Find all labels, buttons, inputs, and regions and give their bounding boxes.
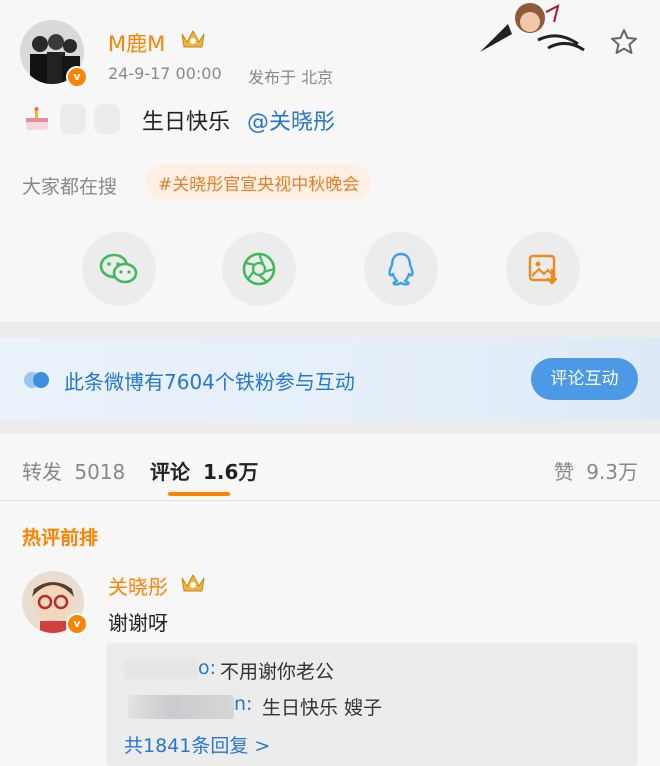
blurred-username xyxy=(124,659,198,679)
post-mention-link[interactable]: @关晓彤 xyxy=(247,104,335,136)
favorite-star-icon[interactable] xyxy=(610,28,638,56)
search-label: 大家都在搜 xyxy=(22,176,118,198)
save-image-button[interactable] xyxy=(506,232,580,306)
interaction-tabs: 转发 5018 评论 1.6万 赞 9.3万 xyxy=(0,434,660,500)
post-card: v M鹿M 24-9-17 00:00 发布于 北京 生日快乐 @关晓彤 大家都… xyxy=(0,0,660,322)
tab-comments-count: 1.6万 xyxy=(202,460,259,484)
tab-comments-label: 评论 xyxy=(150,460,190,484)
blurred-username xyxy=(128,695,234,719)
verified-badge-icon: v xyxy=(66,613,88,635)
post-text: 生日快乐 xyxy=(142,110,231,135)
fans-banner: 此条微博有7604个铁粉参与互动 评论互动 xyxy=(0,338,660,420)
share-qq-button[interactable] xyxy=(364,232,438,306)
share-wechat-button[interactable] xyxy=(82,232,156,306)
tab-repost-label: 转发 xyxy=(22,460,62,484)
reply-username-suffix: n: xyxy=(234,693,253,715)
card-skin-decoration xyxy=(478,0,588,62)
fans-toggle-icon xyxy=(24,372,49,388)
hashtag-text: #关晓彤官宣央视中秋晚会 xyxy=(158,174,360,195)
tab-repost-count: 5018 xyxy=(74,460,126,484)
crown-badge-icon xyxy=(181,573,205,592)
commenter-username[interactable]: 关晓彤 xyxy=(108,571,168,600)
moments-icon xyxy=(242,252,276,286)
poster-username[interactable]: M鹿M xyxy=(108,28,165,58)
hot-comments-title: 热评前排 xyxy=(22,527,99,549)
replies-box[interactable]: o: 不用谢你老公 n: 生日快乐 嫂子 共1841条回复 > xyxy=(106,643,638,766)
comment-interact-button[interactable]: 评论互动 xyxy=(531,358,638,400)
tab-likes[interactable]: 赞 9.3万 xyxy=(554,456,638,485)
reply-username-suffix: o: xyxy=(198,657,217,679)
wechat-icon xyxy=(99,253,138,284)
fans-banner-text: 此条微博有7604个铁粉参与互动 xyxy=(64,370,355,394)
post-timestamp: 24-9-17 00:00 xyxy=(108,64,222,83)
crown-badge-icon xyxy=(181,29,205,48)
hashtag-chip[interactable]: #关晓彤官宣央视中秋晚会 xyxy=(146,164,372,200)
tab-likes-label: 赞 xyxy=(553,460,574,484)
section-divider xyxy=(0,420,660,434)
qq-icon xyxy=(388,252,414,286)
reply-text: 不用谢你老公 xyxy=(220,661,335,683)
cake-emoji-icon xyxy=(22,104,52,134)
blurred-emoji xyxy=(94,104,120,134)
save-image-icon xyxy=(528,254,558,285)
section-divider xyxy=(0,322,660,338)
comment-text: 谢谢呀 xyxy=(108,611,168,635)
tab-comments[interactable]: 评论 1.6万 xyxy=(150,456,258,485)
tab-active-indicator xyxy=(168,492,230,496)
hot-comments-section: 热评前排 v 关晓彤 谢谢呀 o: 不用谢你老公 n: 生日快乐 嫂子 共184… xyxy=(0,501,660,766)
reply-text: 生日快乐 嫂子 xyxy=(262,697,383,719)
share-moments-button[interactable] xyxy=(222,232,296,306)
verified-badge-icon: v xyxy=(66,66,88,88)
tab-repost[interactable]: 转发 5018 xyxy=(22,456,125,485)
post-location: 发布于 北京 xyxy=(248,68,334,87)
tab-likes-count: 9.3万 xyxy=(586,460,638,484)
blurred-emoji xyxy=(60,104,86,134)
more-replies-link[interactable]: 共1841条回复 > xyxy=(124,731,270,758)
